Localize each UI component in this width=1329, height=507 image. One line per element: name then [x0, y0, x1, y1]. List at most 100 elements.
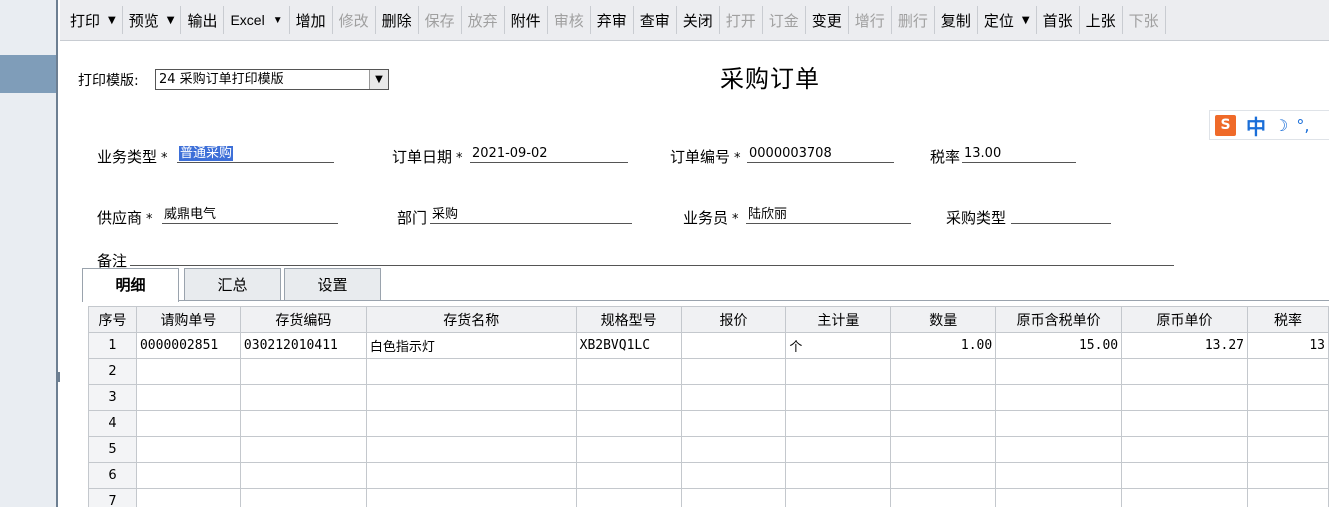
table-cell[interactable] — [1121, 436, 1248, 463]
table-cell[interactable] — [785, 358, 892, 385]
table-cell[interactable] — [785, 462, 892, 489]
splitter-handle[interactable] — [56, 372, 60, 382]
toolbar-button-14[interactable]: 打开 — [720, 6, 763, 34]
table-cell[interactable] — [1121, 488, 1248, 507]
table-cell[interactable] — [239, 488, 367, 507]
department-field[interactable]: 采购 — [430, 206, 632, 224]
table-cell[interactable] — [995, 410, 1123, 437]
toolbar-button-4[interactable]: 增加 — [290, 6, 333, 34]
table-cell[interactable]: 0000002851 — [135, 332, 241, 359]
table-cell[interactable] — [995, 488, 1123, 507]
table-row[interactable]: 4 — [88, 410, 1329, 437]
column-header[interactable]: 原币单价 — [1121, 306, 1248, 333]
column-header[interactable]: 规格型号 — [575, 306, 682, 333]
table-row[interactable]: 6 — [88, 462, 1329, 489]
tab-detail[interactable]: 明细 — [82, 268, 179, 302]
print-template-select[interactable]: 24 采购订单打印模版 ▼ — [155, 69, 389, 90]
table-cell[interactable] — [1121, 410, 1248, 437]
column-header[interactable]: 存货名称 — [365, 306, 577, 333]
remark-field[interactable] — [130, 248, 1174, 266]
toolbar-button-2[interactable]: 输出 — [181, 6, 225, 34]
table-cell[interactable] — [135, 410, 241, 437]
toolbar-button-20[interactable]: 定位 ▼ — [978, 6, 1037, 34]
toolbar-button-18[interactable]: 删行 — [892, 6, 935, 34]
table-cell[interactable] — [995, 384, 1123, 411]
toolbar-button-0[interactable]: 打印 ▼ — [64, 6, 123, 34]
toolbar-button-22[interactable]: 上张 — [1080, 6, 1123, 34]
table-cell[interactable]: 030212010411 — [239, 332, 367, 359]
column-header[interactable]: 主计量 — [785, 306, 892, 333]
table-cell[interactable]: 白色指示灯 — [365, 332, 577, 359]
column-header[interactable]: 税率 — [1246, 306, 1329, 333]
table-cell[interactable] — [1121, 462, 1248, 489]
table-cell[interactable] — [135, 384, 241, 411]
table-cell[interactable]: 13.27 — [1121, 332, 1248, 359]
biz-type-field[interactable]: 普通采购 — [177, 145, 334, 163]
purchase-type-field[interactable] — [1011, 206, 1111, 224]
table-cell[interactable] — [1246, 462, 1329, 489]
ime-toolbar[interactable]: S 中 ☽ °, — [1209, 110, 1329, 140]
left-nav-selected-item[interactable] — [0, 55, 56, 93]
chevron-down-icon[interactable]: ▼ — [167, 15, 175, 26]
table-cell[interactable] — [575, 410, 682, 437]
toolbar-button-21[interactable]: 首张 — [1037, 6, 1080, 34]
table-cell[interactable] — [680, 462, 787, 489]
chevron-down-icon[interactable]: ▼ — [1022, 15, 1030, 26]
toolbar-button-5[interactable]: 修改 — [333, 6, 376, 34]
table-row[interactable]: 7 — [88, 488, 1329, 507]
toolbar-button-10[interactable]: 审核 — [548, 6, 591, 34]
toolbar-button-11[interactable]: 弃审 — [591, 6, 634, 34]
table-cell[interactable] — [1246, 488, 1329, 507]
toolbar-button-7[interactable]: 保存 — [419, 6, 462, 34]
table-cell[interactable] — [785, 384, 892, 411]
table-cell[interactable] — [1121, 384, 1248, 411]
chevron-down-icon[interactable]: ▼ — [108, 15, 116, 26]
table-cell[interactable]: 个 — [785, 332, 892, 359]
table-row[interactable]: 1 0000002851 030212010411 白色指示灯 XB2BVQ1LC 个 1.… — [88, 332, 1329, 359]
table-cell[interactable] — [995, 436, 1123, 463]
table-cell[interactable] — [995, 462, 1123, 489]
table-cell[interactable] — [890, 488, 997, 507]
table-cell[interactable] — [680, 358, 787, 385]
table-cell[interactable] — [575, 384, 682, 411]
table-cell[interactable] — [1246, 436, 1329, 463]
punctuation-icon[interactable]: °, — [1296, 116, 1309, 135]
column-header[interactable]: 原币含税单价 — [995, 306, 1123, 333]
supplier-field[interactable]: 威鼎电气 — [162, 206, 338, 224]
moon-icon[interactable]: ☽ — [1274, 116, 1288, 135]
toolbar-button-12[interactable]: 查审 — [634, 6, 677, 34]
table-cell[interactable] — [575, 462, 682, 489]
table-cell[interactable] — [365, 358, 577, 385]
tab-summary[interactable]: 汇总 — [184, 268, 281, 301]
table-cell[interactable] — [365, 488, 577, 507]
table-cell[interactable]: XB2BVQ1LC — [575, 332, 682, 359]
toolbar-button-15[interactable]: 订金 — [763, 6, 806, 34]
table-row[interactable]: 5 — [88, 436, 1329, 463]
table-cell[interactable] — [680, 488, 787, 507]
order-date-field[interactable]: 2021-09-02 — [470, 145, 628, 163]
table-cell[interactable] — [890, 436, 997, 463]
toolbar-button-19[interactable]: 复制 — [935, 6, 978, 34]
table-cell[interactable] — [239, 358, 367, 385]
table-cell[interactable] — [680, 384, 787, 411]
table-cell[interactable] — [995, 358, 1123, 385]
salesman-field[interactable]: 陆欣丽 — [746, 206, 911, 224]
table-cell[interactable] — [890, 462, 997, 489]
table-cell[interactable] — [1246, 384, 1329, 411]
toolbar-button-23[interactable]: 下张 — [1123, 6, 1166, 34]
table-cell[interactable] — [890, 358, 997, 385]
table-cell[interactable] — [785, 410, 892, 437]
table-cell[interactable] — [785, 436, 892, 463]
table-cell[interactable] — [239, 384, 367, 411]
table-cell[interactable] — [575, 436, 682, 463]
table-cell[interactable] — [890, 384, 997, 411]
table-cell[interactable] — [239, 436, 367, 463]
table-cell[interactable] — [239, 462, 367, 489]
table-cell[interactable]: 13 — [1246, 332, 1329, 359]
table-row[interactable]: 3 — [88, 384, 1329, 411]
table-cell[interactable] — [1246, 410, 1329, 437]
chevron-down-icon[interactable]: ▼ — [369, 70, 388, 89]
table-cell[interactable]: 1.00 — [890, 332, 997, 359]
table-row[interactable]: 2 — [88, 358, 1329, 385]
toolbar-button-17[interactable]: 增行 — [849, 6, 892, 34]
